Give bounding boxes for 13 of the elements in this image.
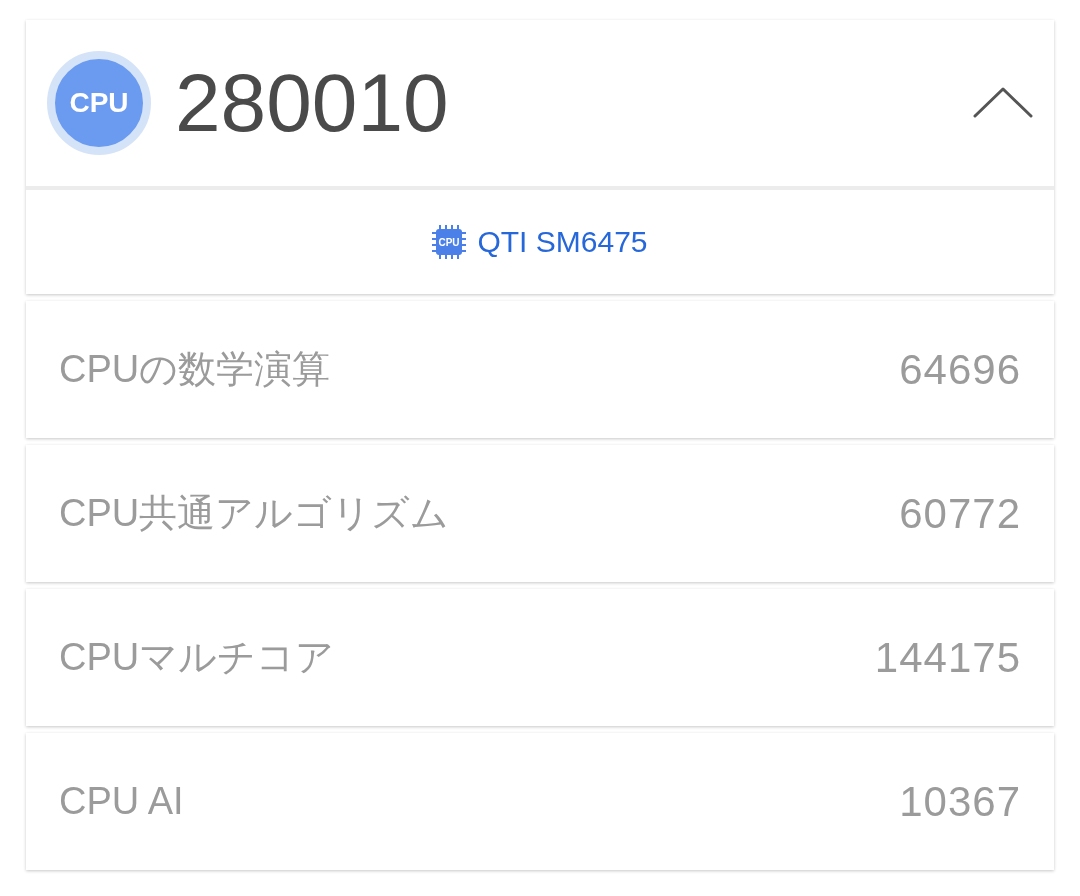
subscore-value: 64696 bbox=[899, 345, 1021, 394]
subscore-label: CPUマルチコア bbox=[59, 635, 335, 680]
total-score: 280010 bbox=[175, 62, 450, 144]
subscore-label: CPUの数学演算 bbox=[59, 347, 331, 392]
subscore-label: CPU AI bbox=[59, 780, 184, 823]
subscore-value: 10367 bbox=[899, 777, 1021, 826]
subscore-label: CPU共通アルゴリズム bbox=[59, 491, 450, 536]
processor-name: QTI SM6475 bbox=[477, 225, 648, 259]
subscore-value: 144175 bbox=[874, 633, 1021, 682]
cpu-badge: CPU bbox=[47, 51, 151, 155]
collapse-button[interactable] bbox=[973, 87, 1033, 119]
subscore-value: 60772 bbox=[899, 489, 1021, 538]
chevron-up-icon bbox=[973, 87, 1033, 119]
